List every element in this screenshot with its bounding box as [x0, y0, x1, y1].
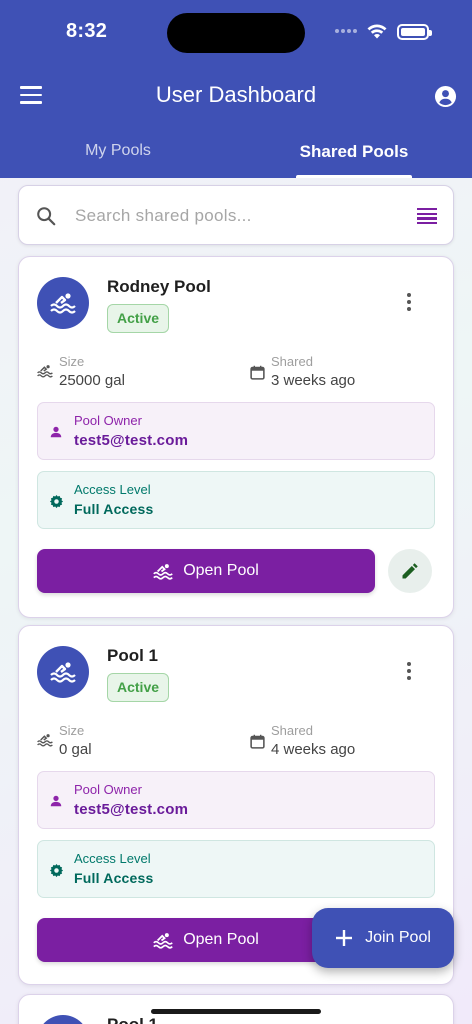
owner-label: Pool Owner	[74, 413, 142, 428]
owner-box: Pool Owner test5@test.com	[37, 771, 435, 829]
access-label: Access Level	[74, 482, 151, 497]
wifi-icon	[367, 24, 387, 39]
join-pool-button[interactable]: Join Pool	[312, 908, 454, 968]
filter-list-icon[interactable]	[417, 208, 437, 225]
shared-label: Shared	[271, 354, 313, 369]
person-icon	[50, 795, 62, 807]
pool-card: Rodney Pool Active Size 25000 gal Shared…	[18, 256, 454, 618]
size-label: Size	[59, 354, 85, 369]
gear-icon	[49, 494, 64, 509]
pool-name: Pool 1	[107, 1015, 158, 1024]
pool-avatar	[37, 646, 89, 698]
pool-name: Rodney Pool	[107, 277, 211, 296]
status-bar: 8:32	[0, 0, 472, 62]
pool-icon	[153, 932, 174, 949]
join-pool-label: Join Pool	[365, 929, 431, 946]
owner-box: Pool Owner test5@test.com	[37, 402, 435, 460]
shared-value: 3 weeks ago	[271, 372, 356, 389]
pool-icon	[50, 662, 76, 683]
more-options-icon[interactable]	[401, 293, 417, 317]
calendar-icon	[250, 734, 265, 749]
owner-value: test5@test.com	[74, 801, 189, 818]
pool-name: Pool 1	[107, 646, 159, 665]
signal-icon	[335, 29, 357, 33]
page-title: User Dashboard	[155, 82, 317, 107]
access-box: Access Level Full Access	[37, 471, 435, 529]
more-options-icon[interactable]	[401, 662, 417, 686]
pool-icon	[153, 563, 174, 580]
battery-icon	[397, 24, 432, 40]
access-label: Access Level	[74, 851, 151, 866]
gear-icon	[49, 863, 64, 878]
status-time: 8:32	[66, 20, 108, 42]
status-badge: Active	[107, 673, 170, 702]
owner-label: Pool Owner	[74, 782, 142, 797]
edit-icon	[402, 563, 418, 579]
size-label: Size	[59, 723, 85, 738]
calendar-icon	[250, 365, 265, 380]
open-pool-button[interactable]: Open Pool	[37, 549, 375, 593]
access-value: Full Access	[74, 870, 154, 886]
dynamic-island	[167, 13, 305, 53]
pool-avatar	[37, 1015, 89, 1024]
search-icon	[37, 207, 56, 226]
shared-value: 4 weeks ago	[271, 741, 356, 758]
size-value: 0 gal	[59, 741, 92, 758]
home-indicator	[151, 1009, 321, 1014]
person-icon	[50, 426, 62, 438]
status-badge: Active	[107, 304, 170, 333]
tab-shared-pools[interactable]: Shared Pools	[236, 142, 472, 162]
search-input[interactable]	[75, 202, 395, 230]
tab-indicator	[296, 175, 412, 178]
owner-value: test5@test.com	[74, 432, 189, 449]
plus-icon	[336, 930, 353, 946]
access-value: Full Access	[74, 501, 154, 517]
account-icon[interactable]	[434, 85, 457, 108]
edit-button[interactable]	[388, 549, 432, 593]
pool-size-icon	[37, 734, 53, 747]
pool-avatar	[37, 277, 89, 329]
open-pool-label: Open Pool	[183, 931, 259, 948]
pool-icon	[50, 293, 76, 314]
pool-size-icon	[37, 365, 53, 378]
shared-label: Shared	[271, 723, 313, 738]
access-box: Access Level Full Access	[37, 840, 435, 898]
app-bar: 8:32 User Dashboard My Pools Shared Pool…	[0, 0, 472, 178]
tab-my-pools[interactable]: My Pools	[0, 142, 236, 160]
search-bar	[18, 185, 454, 245]
size-value: 25000 gal	[59, 372, 125, 389]
open-pool-label: Open Pool	[183, 562, 259, 579]
